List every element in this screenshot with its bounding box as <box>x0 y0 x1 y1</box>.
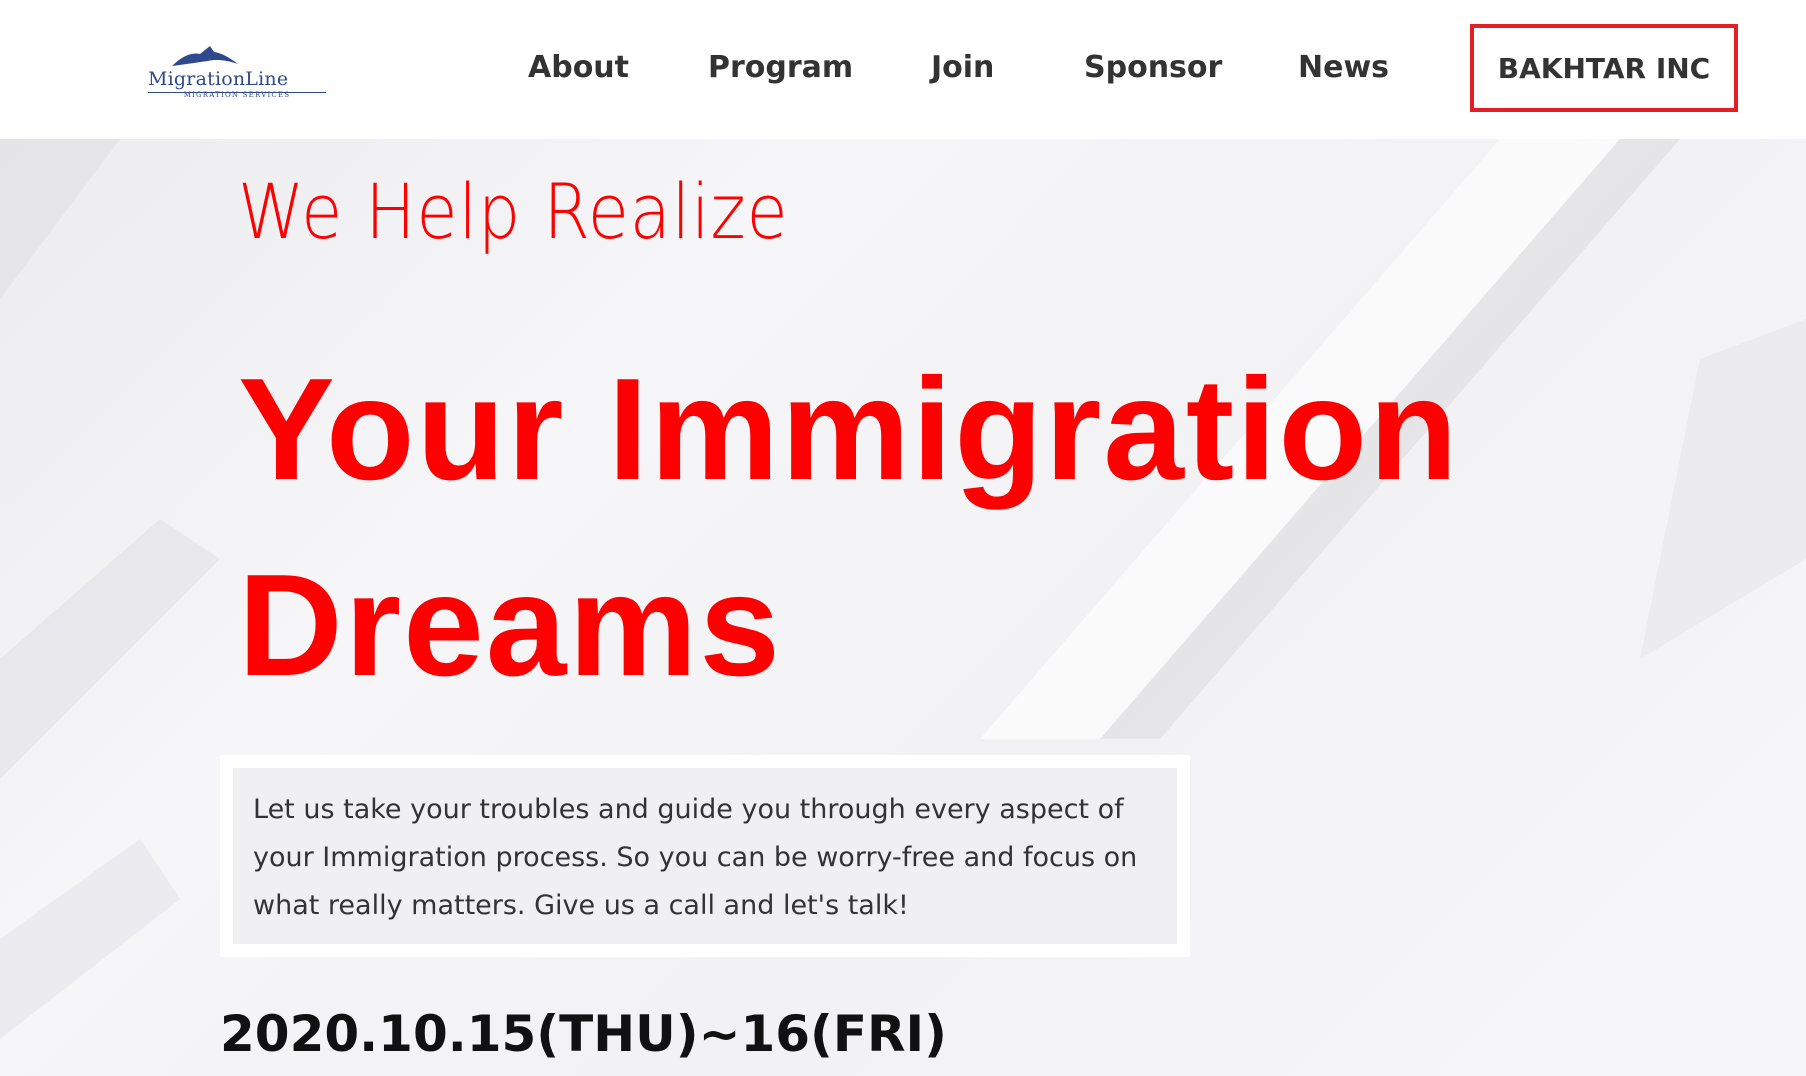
hero-kicker: We Help Realize <box>238 167 789 256</box>
nav-join[interactable]: Join <box>931 50 994 85</box>
bird-icon <box>172 46 238 66</box>
site-header: MigrationLine MIGRATION SERVICES About P… <box>0 0 1806 139</box>
logo-tagline: MIGRATION SERVICES <box>183 91 291 99</box>
nav-sponsor[interactable]: Sponsor <box>1084 50 1222 85</box>
hero-description-box: Let us take your troubles and guide you … <box>220 755 1190 957</box>
hero-section: We Help Realize Your Immigration Dreams … <box>0 139 1806 1076</box>
site-logo[interactable]: MigrationLine MIGRATION SERVICES <box>148 46 328 102</box>
hero-title: Your Immigration Dreams <box>238 348 1460 706</box>
event-date: 2020.10.15(THU)~16(FRI) <box>220 1005 948 1063</box>
hero-description: Let us take your troubles and guide you … <box>233 768 1177 944</box>
nav-company-button[interactable]: BAKHTAR INC <box>1470 24 1738 112</box>
nav-program[interactable]: Program <box>708 50 853 85</box>
nav-about[interactable]: About <box>528 50 629 85</box>
logo-wordmark: MigrationLine <box>148 68 289 90</box>
nav-news[interactable]: News <box>1298 50 1389 85</box>
